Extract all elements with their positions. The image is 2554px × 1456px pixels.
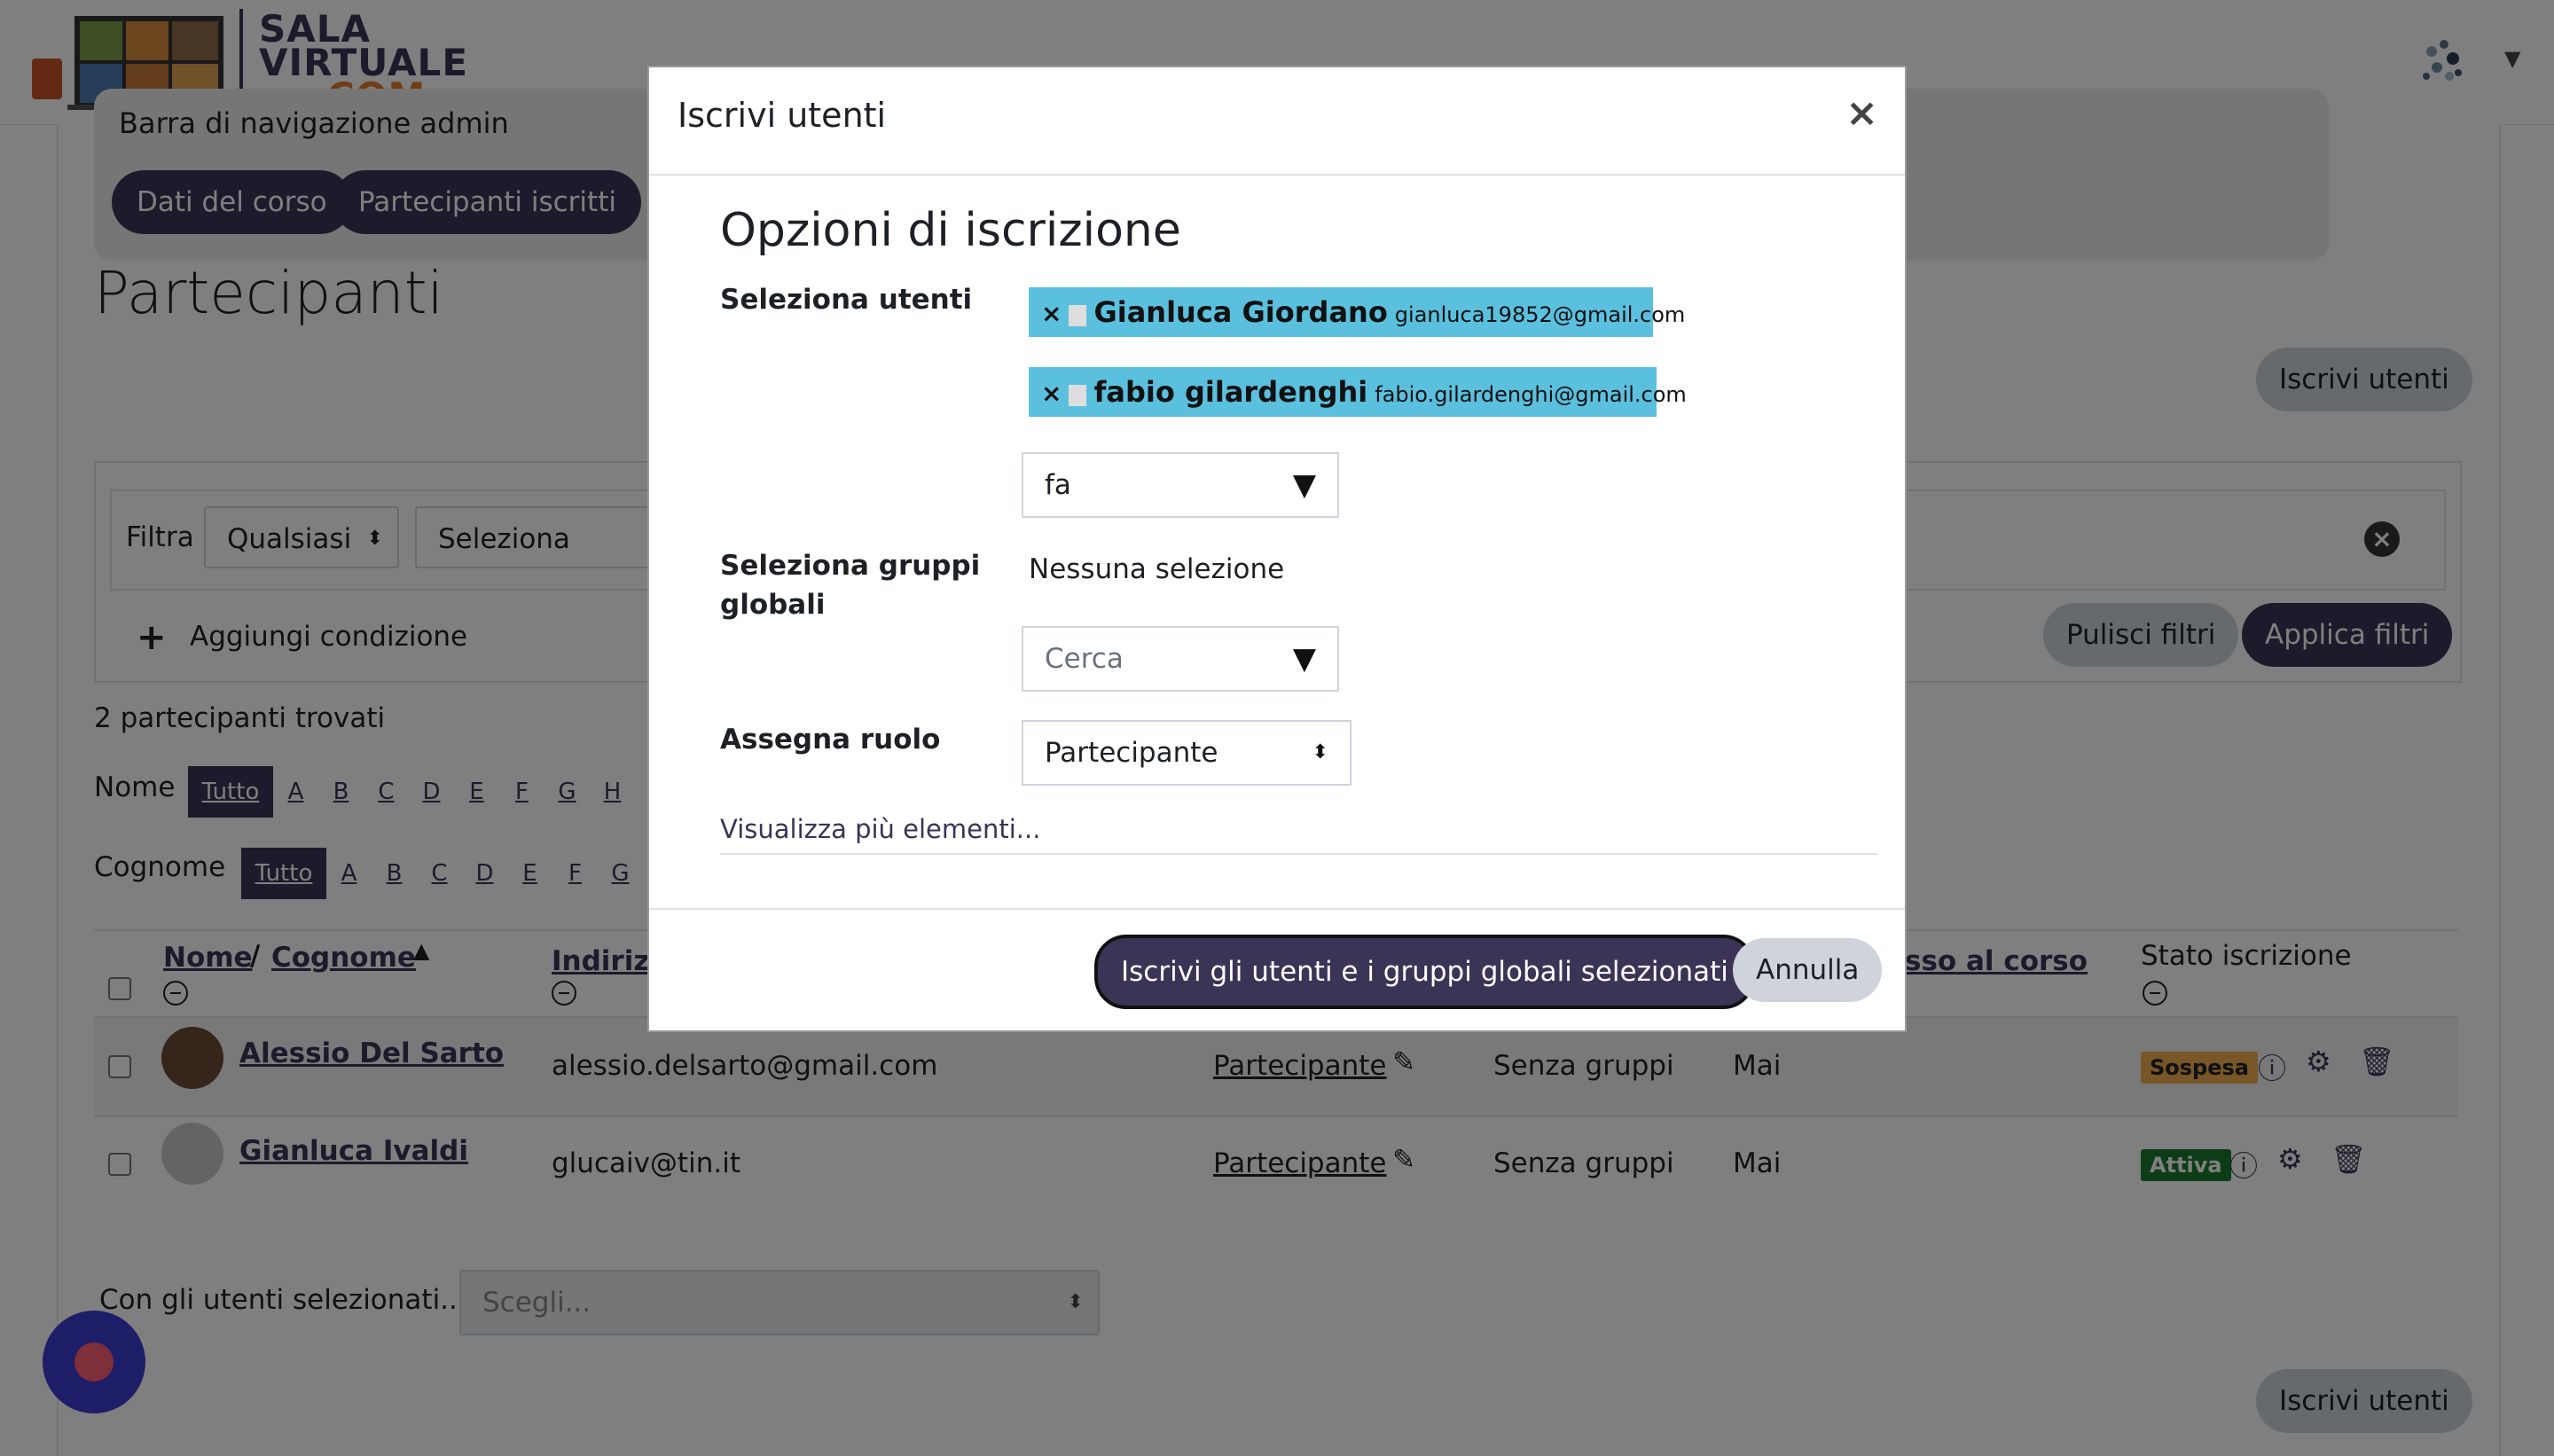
cohorts-no-selection: Nessuna selezione [1029, 553, 1285, 585]
user-search-input[interactable]: fa ▼ [1022, 452, 1339, 518]
role-select[interactable]: Partecipante ⬍ [1022, 720, 1351, 786]
user-icon [1069, 385, 1087, 406]
modal-header: Iscrivi utenti × [649, 67, 1905, 176]
role-label: Assegna ruolo [720, 724, 941, 755]
enrol-users-dialog: Iscrivi utenti × Opzioni di iscrizione S… [647, 66, 1907, 1032]
dropdown-arrow-icon[interactable]: ▼ [1293, 454, 1316, 516]
show-more-link[interactable]: Visualizza più elementi... [720, 814, 1040, 844]
remove-chip-icon[interactable]: × [1041, 379, 1062, 408]
cohorts-label: Seleziona gruppi globali [720, 550, 981, 621]
select-users-label: Seleziona utenti [720, 284, 973, 316]
more-divider [720, 853, 1878, 855]
dropdown-arrow-icon[interactable]: ▼ [1293, 628, 1316, 690]
close-icon[interactable]: × [1845, 90, 1878, 136]
page: SALA VIRTUALE .COM ▼ Barra di navigazion… [0, 0, 2554, 1456]
section-title: Opzioni di iscrizione [720, 204, 1181, 257]
enrol-submit-button[interactable]: Iscrivi gli utenti e i gruppi globali se… [1094, 935, 1755, 1009]
modal-title: Iscrivi utenti [678, 96, 887, 135]
modal-footer: Iscrivi gli utenti e i gruppi globali se… [649, 908, 1905, 1030]
cancel-button[interactable]: Annulla [1733, 938, 1883, 1002]
remove-chip-icon[interactable]: × [1041, 299, 1062, 328]
selected-user-chip[interactable]: × Gianluca Giordano gianluca19852@gmail.co… [1029, 287, 1685, 337]
cohort-search-input[interactable]: Cerca ▼ [1022, 626, 1339, 692]
user-icon [1069, 305, 1087, 326]
updown-icon: ⬍ [1312, 741, 1328, 763]
selected-user-chip[interactable]: × fabio gilardenghi fabio.gilardenghi@gmai… [1029, 367, 1687, 417]
